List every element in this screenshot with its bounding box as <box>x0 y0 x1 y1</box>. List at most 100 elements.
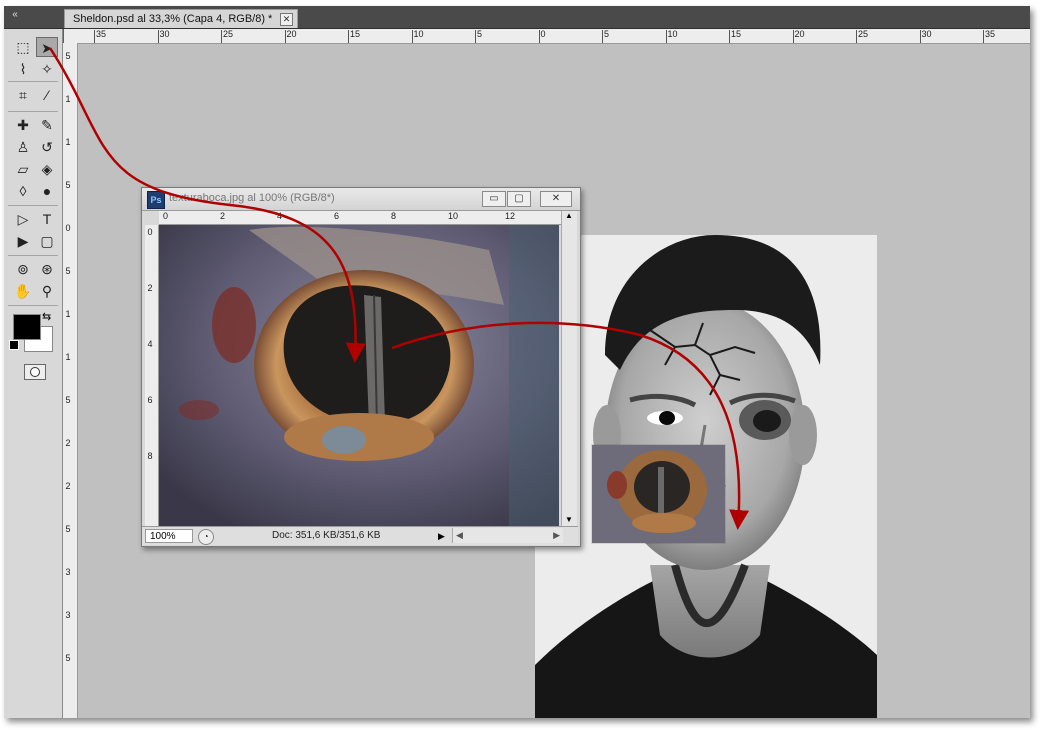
zoom-level-field[interactable]: 100% <box>145 529 193 543</box>
ruler-label: 12 <box>505 211 516 221</box>
quick-mask-button[interactable] <box>24 364 46 380</box>
ruler-label: 1 <box>65 94 71 104</box>
blur-tool-icon[interactable]: ◊ <box>12 181 34 201</box>
ruler-label: 5 <box>65 180 71 190</box>
lasso-tool-icon[interactable]: ⌇ <box>12 59 34 79</box>
paint-bucket-tool-icon[interactable]: ◈ <box>36 159 58 179</box>
vertical-ruler[interactable]: 5 1 1 5 0 5 1 1 5 2 2 5 3 3 5 <box>63 43 78 718</box>
window-status-bar: 100% ◔ Doc: 351,6 KB/351,6 KB ▶ ◀ ▶ <box>142 526 578 545</box>
ruler-label: 20 <box>794 29 805 39</box>
ruler-label: 5 <box>65 653 71 663</box>
brush-tool-icon[interactable]: ✎ <box>36 115 58 135</box>
document-tab-bar: « Sheldon.psd al 33,3% (Capa 4, RGB/8) *… <box>4 6 1030 29</box>
rust-hole-texture-image[interactable] <box>159 225 559 526</box>
marquee-tool-icon[interactable]: ⬚ <box>12 37 34 57</box>
clone-stamp-tool-icon[interactable]: ♙ <box>12 137 34 157</box>
ruler-tick <box>983 30 984 43</box>
ruler-label: 10 <box>448 211 459 221</box>
ruler-label: 6 <box>147 395 153 405</box>
path-selection-tool-icon[interactable]: ▶ <box>12 231 34 251</box>
scroll-left-icon[interactable]: ◀ <box>456 528 463 543</box>
3d-orbit-tool-icon[interactable]: ⊛ <box>36 259 58 279</box>
crop-tool-icon[interactable]: ⌗ <box>12 85 34 105</box>
ruler-label: 1 <box>65 137 71 147</box>
dodge-tool-icon[interactable]: ● <box>36 181 58 201</box>
zoom-tool-icon[interactable]: ⚲ <box>36 281 58 301</box>
status-menu-arrow-icon[interactable]: ▶ <box>438 529 448 543</box>
ruler-label: 6 <box>334 211 340 221</box>
window-vertical-scrollbar[interactable]: ▲ ▼ <box>561 211 577 526</box>
3d-rotate-tool-icon[interactable]: ⊚ <box>12 259 34 279</box>
window-vertical-ruler[interactable]: 0 2 4 6 8 <box>145 225 159 526</box>
ruler-tick <box>348 30 349 43</box>
ruler-tick <box>411 30 413 43</box>
ruler-tick <box>475 30 476 43</box>
ruler-label: 5 <box>604 29 610 39</box>
window-horizontal-scrollbar[interactable]: ◀ ▶ <box>452 528 563 543</box>
ruler-tick <box>919 30 921 43</box>
healing-brush-tool-icon[interactable]: ✚ <box>12 115 34 135</box>
hand-tool-icon[interactable]: ✋ <box>12 281 34 301</box>
ruler-tick <box>157 30 159 43</box>
document-tab[interactable]: Sheldon.psd al 33,3% (Capa 4, RGB/8) * ✕ <box>64 9 298 28</box>
toolbox: ⬚ ➤ ⌇ ✧ ⌗ ⁄ ✚ ✎ ♙ ↺ ▱ ◈ ◊ ● ▷ T ▶ ▢ ⊚ ⊛ ✋ ⚲ ⇆ <box>4 29 63 718</box>
ruler-label: 5 <box>65 395 71 405</box>
ruler-label: 25 <box>223 29 234 39</box>
foreground-color-swatch[interactable] <box>13 314 41 340</box>
eyedropper-tool-icon[interactable]: ⁄ <box>36 85 58 105</box>
ruler-tick <box>538 30 540 43</box>
ruler-label: 10 <box>667 29 678 39</box>
ruler-label: 0 <box>147 227 153 237</box>
history-brush-tool-icon[interactable]: ↺ <box>36 137 58 157</box>
ruler-label: 5 <box>477 29 483 39</box>
window-title: texturaboca.jpg al 100% (RGB/8*) <box>169 192 335 204</box>
eraser-tool-icon[interactable]: ▱ <box>12 159 34 179</box>
ruler-label: 4 <box>147 339 153 349</box>
window-horizontal-ruler[interactable]: 0 2 4 6 8 10 12 <box>159 211 572 225</box>
ruler-tick <box>665 30 667 43</box>
ruler-tick <box>221 30 222 43</box>
ruler-label: 2 <box>147 283 153 293</box>
scroll-right-icon[interactable]: ▶ <box>553 528 560 543</box>
shape-tool-icon[interactable]: ▢ <box>36 231 58 251</box>
scroll-up-icon[interactable]: ▲ <box>565 211 573 220</box>
ruler-label: 15 <box>350 29 361 39</box>
ruler-label: 30 <box>921 29 932 39</box>
close-icon[interactable]: ✕ <box>280 13 293 26</box>
ruler-label: 30 <box>159 29 170 39</box>
ruler-tick <box>94 30 95 43</box>
default-colors-icon[interactable] <box>9 340 19 350</box>
ruler-label: 0 <box>163 211 169 221</box>
ruler-label: 35 <box>96 29 107 39</box>
document-size: Doc: 351,6 KB/351,6 KB <box>272 530 381 541</box>
ruler-label: 3 <box>65 567 71 577</box>
minimize-icon[interactable]: ▭ <box>482 191 506 207</box>
photoshop-window: « Sheldon.psd al 33,3% (Capa 4, RGB/8) *… <box>4 6 1030 718</box>
toolbox-separator <box>8 111 58 112</box>
pen-tool-icon[interactable]: ▷ <box>12 209 34 229</box>
zoom-cycle-icon[interactable]: ◔ <box>198 529 214 545</box>
texture-thumbnail <box>592 445 725 543</box>
texture-document-window[interactable]: Ps texturaboca.jpg al 100% (RGB/8*) ▭ ▢ … <box>141 187 581 547</box>
ruler-label: 1 <box>65 309 71 319</box>
move-tool-icon[interactable]: ➤ <box>36 37 58 57</box>
ruler-label: 2 <box>65 438 71 448</box>
ruler-label: 25 <box>858 29 869 39</box>
horizontal-ruler[interactable]: 35 30 25 20 15 10 5 0 5 10 15 20 25 30 35 <box>64 29 1030 44</box>
swap-colors-icon[interactable]: ⇆ <box>42 310 51 323</box>
ruler-label: 0 <box>540 29 546 39</box>
document-tab-title: Sheldon.psd al 33,3% (Capa 4, RGB/8) * <box>73 13 273 25</box>
ruler-label: 2 <box>220 211 226 221</box>
restore-icon[interactable]: ▢ <box>507 191 531 207</box>
ruler-label: 5 <box>65 266 71 276</box>
ruler-label: 15 <box>731 29 742 39</box>
rust-texture-illustration <box>159 225 559 526</box>
window-title-bar[interactable]: Ps texturaboca.jpg al 100% (RGB/8*) ▭ ▢ … <box>142 188 580 211</box>
close-icon[interactable]: ✕ <box>540 191 572 207</box>
double-chevron-left-icon[interactable]: « <box>8 9 22 21</box>
magic-wand-tool-icon[interactable]: ✧ <box>36 59 58 79</box>
pasted-texture-layer[interactable] <box>591 444 726 544</box>
type-tool-icon[interactable]: T <box>36 209 58 229</box>
ruler-label: 4 <box>277 211 283 221</box>
scroll-down-icon[interactable]: ▼ <box>565 515 573 524</box>
